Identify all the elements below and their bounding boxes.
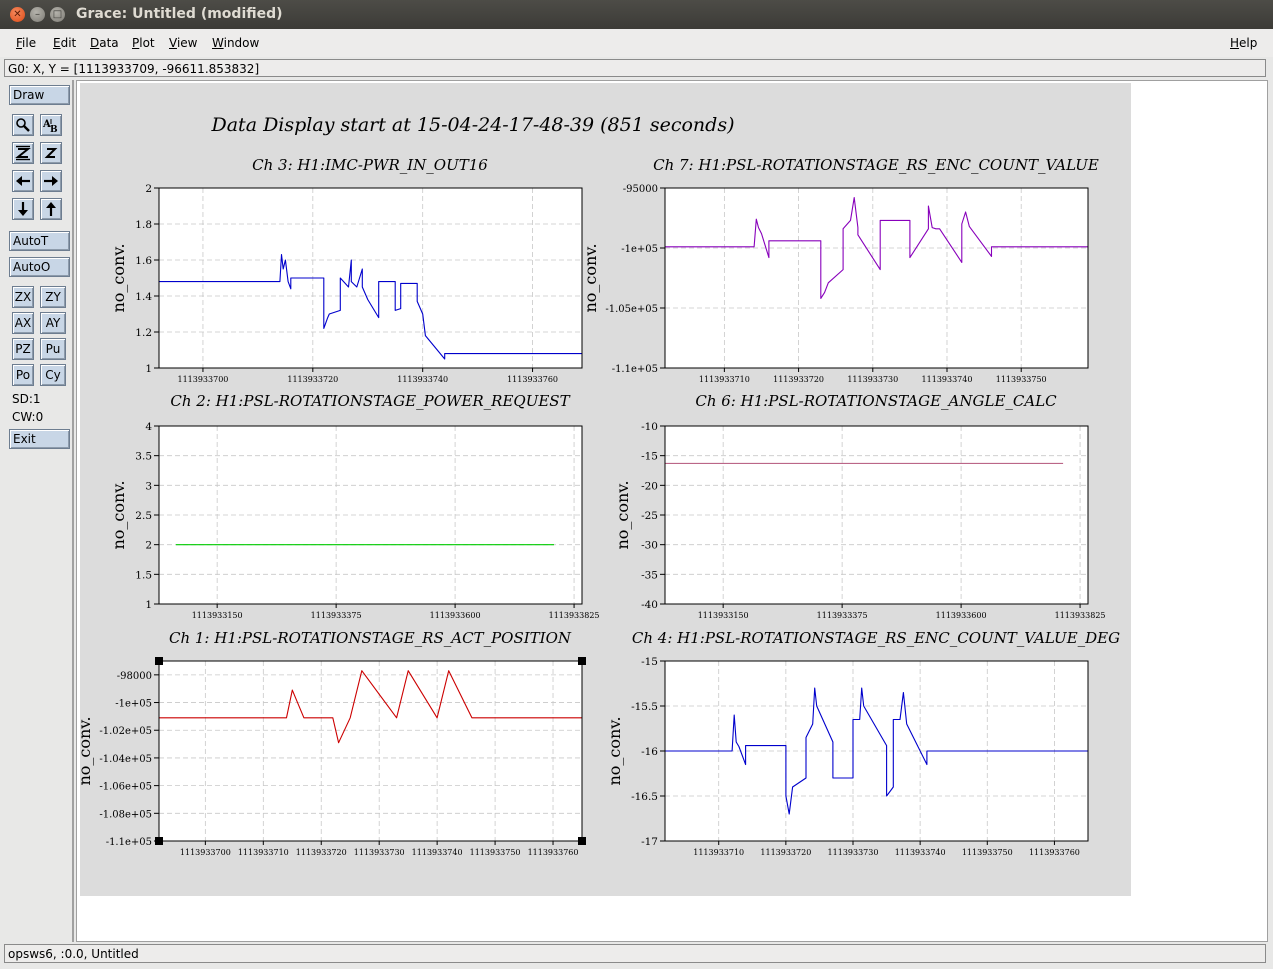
- zx-button[interactable]: ZX: [12, 286, 34, 308]
- stack-depth-label: SD:1: [12, 392, 41, 406]
- tool-panel: Draw AB AutoT AutoO ZX ZY AX AY PZ Pu Po…: [4, 80, 74, 942]
- arrow-up-icon[interactable]: [40, 198, 62, 220]
- close-icon[interactable]: ✕: [10, 7, 25, 22]
- menu-view[interactable]: View: [169, 36, 197, 50]
- window-title: Grace: Untitled (modified): [76, 6, 283, 22]
- window-titlebar: ✕ – □ Grace: Untitled (modified): [0, 0, 1273, 29]
- ay-button[interactable]: AY: [40, 312, 66, 334]
- autoo-button[interactable]: AutoO: [9, 257, 70, 277]
- pz-button[interactable]: PZ: [12, 338, 34, 360]
- menu-file[interactable]: File: [16, 36, 36, 50]
- minimize-icon[interactable]: –: [30, 7, 45, 22]
- locator-readout: G0: X, Y = [1113933709, -96611.853832]: [4, 59, 1266, 77]
- exit-button[interactable]: Exit: [9, 429, 70, 449]
- menu-plot[interactable]: Plot: [132, 36, 155, 50]
- arrow-down-icon[interactable]: [12, 198, 34, 220]
- autot-button[interactable]: AutoT: [9, 231, 70, 251]
- cy-button[interactable]: Cy: [40, 364, 66, 386]
- autoscale-z-icon[interactable]: [12, 142, 34, 164]
- menubar: File Edit Data Plot View Window Help: [0, 29, 1273, 57]
- current-world-label: CW:0: [12, 410, 44, 424]
- draw-button[interactable]: Draw: [9, 85, 70, 105]
- z-icon[interactable]: [40, 142, 62, 164]
- text-icon[interactable]: AB: [40, 114, 62, 136]
- zy-button[interactable]: ZY: [40, 286, 66, 308]
- menu-help[interactable]: Help: [1230, 36, 1257, 50]
- plot-page: [80, 83, 1131, 896]
- po-button[interactable]: Po: [12, 364, 34, 386]
- menu-edit[interactable]: Edit: [53, 36, 76, 50]
- menu-window[interactable]: Window: [212, 36, 259, 50]
- maximize-icon[interactable]: □: [50, 7, 65, 22]
- menu-data[interactable]: Data: [90, 36, 119, 50]
- zoom-icon[interactable]: [12, 114, 34, 136]
- svg-text:B: B: [50, 125, 58, 133]
- status-bar: opsws6, :0.0, Untitled: [4, 944, 1266, 963]
- ax-button[interactable]: AX: [12, 312, 34, 334]
- arrow-right-icon[interactable]: [40, 170, 62, 192]
- pu-button[interactable]: Pu: [40, 338, 66, 360]
- arrow-left-icon[interactable]: [12, 170, 34, 192]
